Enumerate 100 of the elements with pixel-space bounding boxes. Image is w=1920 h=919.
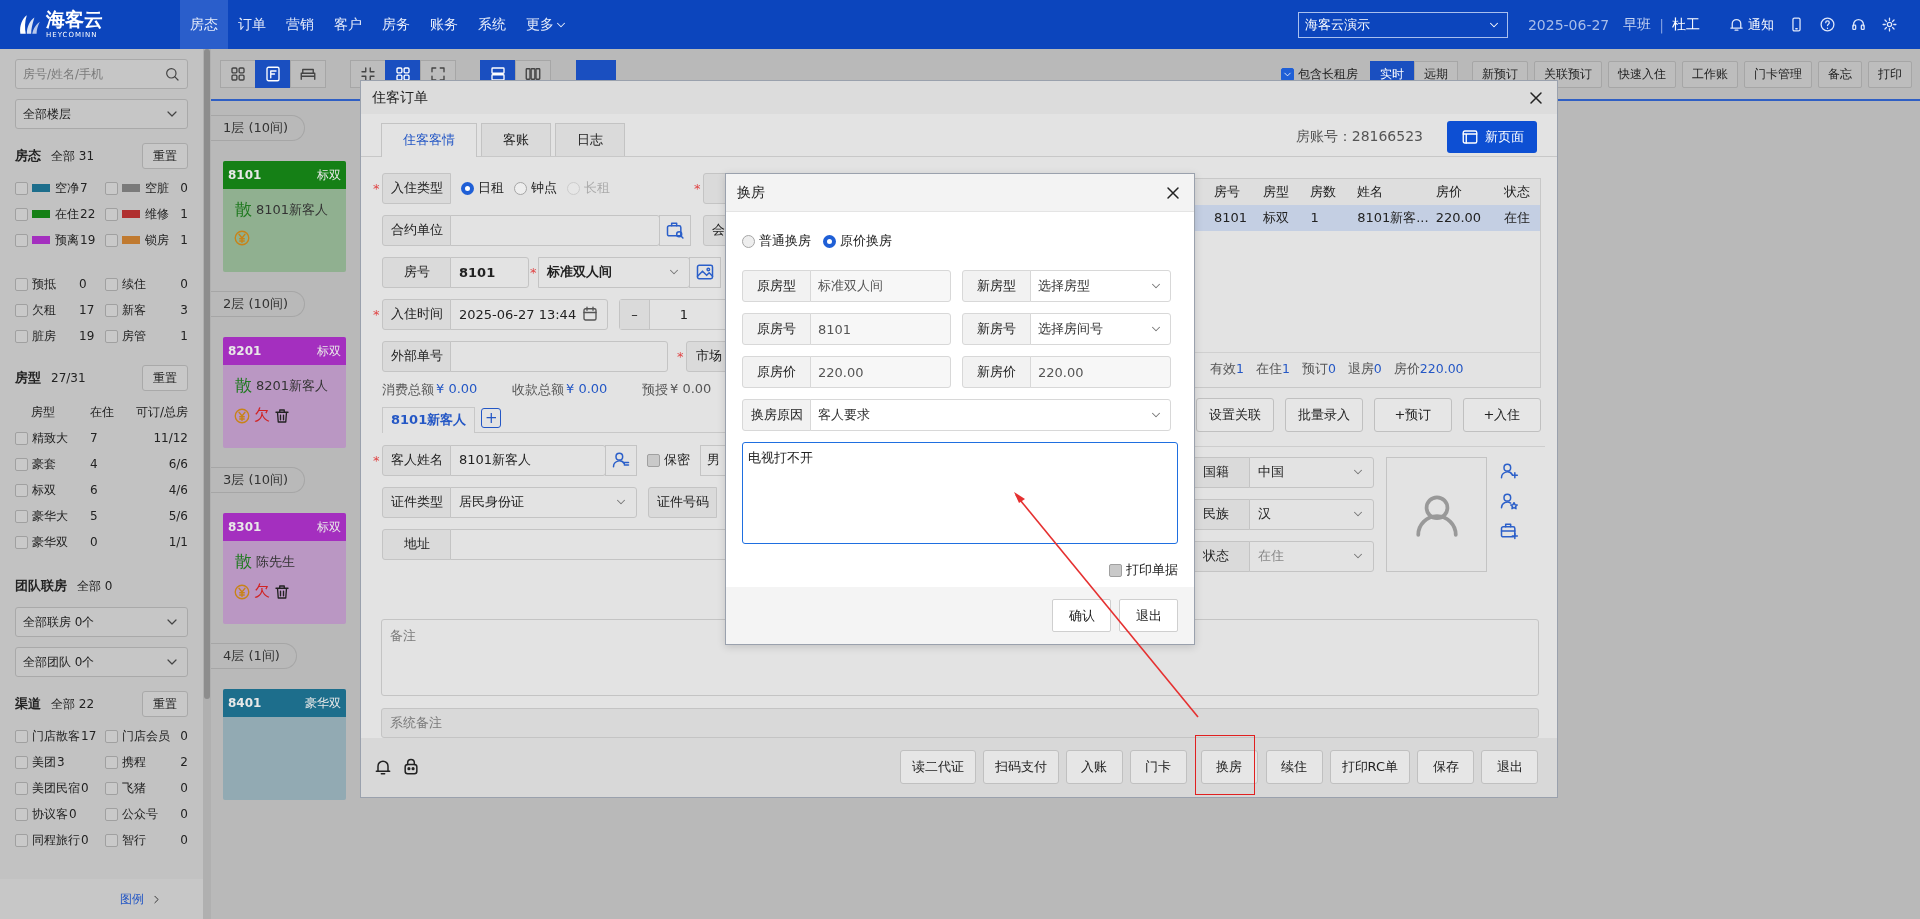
select-field[interactable]: 汉 [1249,498,1374,530]
radio-button[interactable]: 钟点 [514,172,557,204]
tab[interactable]: 客账 [481,122,551,156]
checkbox[interactable] [104,833,118,847]
reset-button[interactable]: 重置 [142,143,188,169]
nav-tab[interactable]: 订单 [228,0,276,49]
checkbox[interactable] [15,431,28,445]
nights-value[interactable]: 1 [650,299,718,329]
input-field[interactable]: 标准双人间 [810,270,951,302]
checkbox[interactable] [15,329,28,343]
footer-button[interactable]: 换房 [1200,750,1258,785]
checkbox[interactable] [15,181,28,195]
nav-tab[interactable]: 账务 [420,0,468,49]
nav-tab[interactable]: 更多 [516,0,578,49]
checkbox[interactable] [104,233,118,247]
checkbox[interactable] [104,781,118,795]
checkbox[interactable] [15,233,28,247]
checkbox[interactable] [15,755,28,769]
view-toggle[interactable] [290,60,326,88]
toolbar-button[interactable]: 备忘 [1818,60,1862,88]
decrement-button[interactable]: – [620,299,650,329]
checkbox[interactable] [15,483,28,497]
legend-link[interactable]: 图例 [120,890,163,908]
footer-button[interactable]: 保存 [1417,750,1474,785]
dialog-button[interactable]: 退出 [1119,599,1178,632]
input-field[interactable]: 220.00 [1030,356,1171,388]
footer-button[interactable]: 退出 [1481,750,1538,785]
tab[interactable]: 日志 [555,122,625,156]
help-icon[interactable] [1819,16,1836,33]
select-field[interactable]: 选择房型 [1030,270,1171,302]
select-field[interactable]: 选择房间号 [1030,313,1171,345]
user-name[interactable]: 杜工 [1672,15,1700,34]
notice-link[interactable]: 通知 [1728,15,1774,34]
scrollbar[interactable] [203,49,211,919]
checkbox[interactable] [15,729,28,743]
checkbox[interactable] [15,457,28,471]
radio-button[interactable]: 普通换房 [742,232,811,250]
hotel-select[interactable]: 海客云演示 [1297,11,1508,38]
toolbar-button[interactable]: 打印 [1868,60,1912,88]
checkbox[interactable] [15,535,28,549]
checkbox[interactable] [104,729,118,743]
checkbox[interactable] [104,303,118,317]
toolbar-button[interactable]: 快速入住 [1608,60,1676,88]
footer-button[interactable]: 扫码支付 [982,750,1059,785]
dialog-button[interactable]: 确认 [1052,599,1111,632]
toolbar-button[interactable]: 关联预订 [1534,60,1602,88]
toolbar-button[interactable]: 工作账 [1682,60,1738,88]
select-field[interactable]: 全部联房 0个 [15,607,188,637]
input-field[interactable]: 8101新客人 [450,444,606,476]
photo-button[interactable] [689,256,721,288]
checkbox[interactable]: 保密 [647,451,690,470]
checkbox[interactable] [104,181,118,195]
action-button[interactable]: 批量录入 [1285,397,1363,432]
checkbox[interactable] [15,303,28,317]
select-field[interactable]: 标准双人间 [538,256,690,288]
floor-select[interactable]: 全部楼层 [15,99,188,129]
checkbox[interactable] [15,781,28,795]
radio-button[interactable]: 日租 [461,172,504,204]
photo-placeholder[interactable] [1386,456,1487,572]
view-toggle[interactable] [220,60,256,88]
select-field[interactable]: 居民身份证 [450,486,637,518]
checkbox[interactable] [15,833,28,847]
search-button[interactable] [659,214,691,246]
checkbox[interactable] [104,277,118,291]
footer-button[interactable]: 读二代证 [899,750,976,785]
headset-icon[interactable] [1850,16,1867,33]
room-card[interactable]: 8101 标双 散 8101新客人 [223,161,346,272]
nav-tab[interactable]: 系统 [468,0,516,49]
settings-icon[interactable] [1881,16,1898,33]
input-field[interactable]: 220.00 [810,356,951,388]
guest-tab[interactable]: 8101新客人 [382,406,476,433]
checkbox[interactable] [104,807,118,821]
footer-button[interactable]: 打印RC单 [1329,750,1410,785]
select-field[interactable]: 中国 [1249,456,1374,488]
room-card[interactable]: 8301 标双 散 陈先生 欠 [223,513,346,624]
input-field[interactable]: 8101 [450,256,529,288]
checkbox[interactable] [15,509,28,523]
input-field[interactable] [450,214,660,246]
checkbox[interactable]: 打印单据 [1109,561,1178,579]
add-guest-button[interactable]: + [481,407,502,428]
reset-button[interactable]: 重置 [142,365,188,391]
footer-button[interactable]: 续住 [1265,750,1323,785]
radio-button[interactable]: 原价换房 [823,232,892,250]
input-field[interactable]: 2025-06-27 13:44 [450,298,608,330]
tab[interactable]: 住客客情 [381,122,477,157]
select-field[interactable]: 全部团队 0个 [15,647,188,677]
nav-tab[interactable]: 房态 [180,0,228,49]
room-card[interactable]: 8201 标双 散 8201新客人 欠 [223,337,346,448]
input-field[interactable]: 8101 [810,313,951,345]
nav-tab[interactable]: 房务 [372,0,420,49]
checkbox[interactable] [15,277,28,291]
input-field[interactable] [450,340,668,372]
checkbox[interactable] [104,329,118,343]
nav-tab[interactable]: 营销 [276,0,324,49]
footer-button[interactable]: 入账 [1065,750,1123,785]
action-button[interactable]: +入住 [1463,397,1541,432]
action-button[interactable]: +预订 [1374,397,1452,432]
action-button[interactable]: 设置关联 [1196,397,1274,432]
nav-tab[interactable]: 客户 [324,0,372,49]
note-field[interactable]: 电视打不开 [742,442,1178,544]
